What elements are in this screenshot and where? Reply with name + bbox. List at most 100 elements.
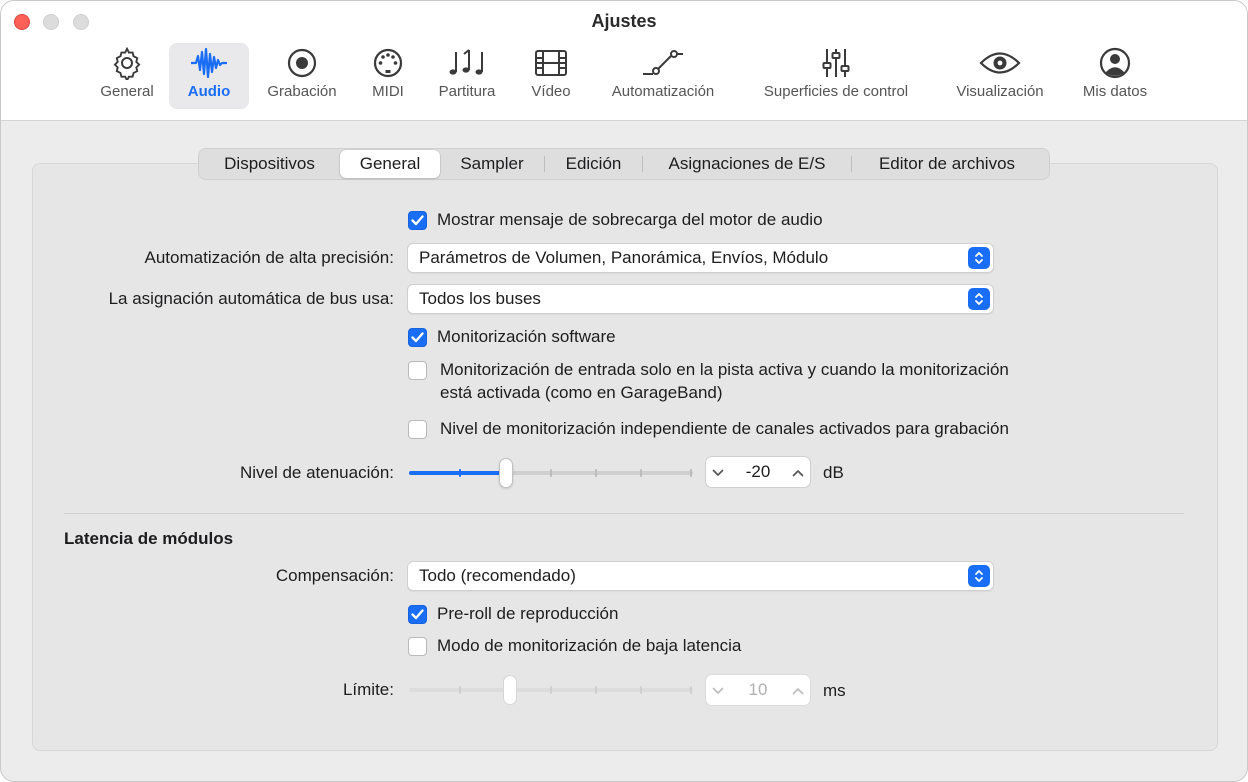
overload-message-checkbox[interactable] <box>408 211 427 230</box>
waveform-icon <box>189 43 229 83</box>
toolbar-label: Grabación <box>267 83 337 100</box>
dim-level-stepper: -20 <box>705 456 811 488</box>
tab-label: Edición <box>565 154 622 173</box>
slider-fill <box>409 471 504 475</box>
chevron-up-icon[interactable] <box>792 462 804 482</box>
toolbar-item-grabacion[interactable]: Grabación <box>259 43 345 109</box>
settings-window: Ajustes General Audio Grabación MIDI Par… <box>0 0 1248 782</box>
checkmark-icon <box>411 609 424 620</box>
person-icon <box>1098 43 1132 83</box>
dim-level-unit: dB <box>823 463 844 482</box>
toolbar-item-audio[interactable]: Audio <box>169 43 249 109</box>
tab-general[interactable]: General <box>340 150 440 178</box>
independent-level-checkbox[interactable] <box>408 420 427 439</box>
toolbar-item-superficies[interactable]: Superficies de control <box>749 43 923 109</box>
input-monitoring-label-line2: está activada (como en GarageBand) <box>440 383 723 402</box>
software-monitoring-label: Monitorización software <box>437 327 616 346</box>
gear-icon <box>110 43 144 83</box>
tab-sampler[interactable]: Sampler <box>440 150 544 178</box>
auto-bus-value: Todos los buses <box>419 289 541 308</box>
toolbar-item-partitura[interactable]: Partitura <box>431 43 503 109</box>
toolbar-label: Audio <box>187 83 231 100</box>
eye-icon <box>978 43 1022 83</box>
tab-label: General <box>359 154 421 173</box>
sliders-icon <box>819 43 853 83</box>
toolbar-item-midi[interactable]: MIDI <box>363 43 413 109</box>
tab-asignaciones[interactable]: Asignaciones de E/S <box>643 150 851 178</box>
input-monitoring-label-line1: Monitorización de entrada solo en la pis… <box>440 360 1009 379</box>
tab-label: Editor de archivos <box>878 154 1016 173</box>
checkmark-icon <box>411 215 424 226</box>
limit-unit: ms <box>823 681 846 700</box>
slider-tick <box>550 469 552 477</box>
toolbar-label: Mis datos <box>1082 83 1148 100</box>
slider-tick <box>595 686 597 694</box>
dim-level-slider[interactable] <box>409 457 693 489</box>
toolbar-item-visualizacion[interactable]: Visualización <box>947 43 1053 109</box>
dim-level-label: Nivel de atenuación: <box>239 463 394 482</box>
chevron-down-icon <box>712 680 724 700</box>
chevron-up-icon <box>792 680 804 700</box>
slider-tick <box>690 469 692 477</box>
music-notes-icon <box>448 43 486 83</box>
automation-curve-icon <box>641 43 685 83</box>
toolbar-item-mis-datos[interactable]: Mis datos <box>1075 43 1155 109</box>
popup-arrows-icon <box>968 288 990 310</box>
slider-tick <box>459 686 461 694</box>
toolbar-label: Visualización <box>956 83 1044 100</box>
limit-slider <box>409 674 693 706</box>
toolbar-item-video[interactable]: Vídeo <box>523 43 579 109</box>
toolbar-item-general[interactable]: General <box>95 43 159 109</box>
slider-tick <box>595 469 597 477</box>
slider-knob[interactable] <box>499 458 513 488</box>
toolbar-label: Vídeo <box>531 83 571 100</box>
preroll-label: Pre-roll de reproducción <box>437 604 619 623</box>
preroll-checkbox[interactable] <box>408 605 427 624</box>
compensation-label: Compensación: <box>275 566 394 585</box>
tab-label: Dispositivos <box>224 154 315 173</box>
low-latency-checkbox[interactable] <box>408 637 427 656</box>
tab-editor-archivos[interactable]: Editor de archivos <box>852 150 1042 178</box>
window-title: Ajustes <box>591 11 657 31</box>
high-precision-value: Parámetros de Volumen, Panorámica, Envío… <box>419 248 829 267</box>
toolbar-label: Partitura <box>438 83 496 100</box>
limit-value: 10 <box>748 680 768 699</box>
low-latency-label: Modo de monitorización de baja latencia <box>437 636 742 655</box>
toolbar-label: General <box>100 83 154 100</box>
tab-bar: Dispositivos General Sampler Edición Asi… <box>198 148 1050 180</box>
limit-label: Límite: <box>342 680 394 699</box>
slider-tick <box>459 469 461 477</box>
section-divider <box>64 513 1184 514</box>
slider-tick <box>690 686 692 694</box>
overload-message-label: Mostrar mensaje de sobrecarga del motor … <box>437 210 823 229</box>
midi-port-icon <box>371 43 405 83</box>
independent-level-label: Nivel de monitorización independiente de… <box>440 419 1009 438</box>
slider-tick <box>640 686 642 694</box>
high-precision-popup[interactable]: Parámetros de Volumen, Panorámica, Envío… <box>407 243 994 273</box>
dim-level-value[interactable]: -20 <box>746 462 771 482</box>
auto-bus-label: La asignación automática de bus usa: <box>108 289 394 308</box>
film-icon <box>533 43 569 83</box>
popup-arrows-icon <box>968 565 990 587</box>
auto-bus-popup[interactable]: Todos los buses <box>407 284 994 314</box>
record-icon <box>285 43 319 83</box>
slider-tick <box>550 686 552 694</box>
title-bar: Ajustes General Audio Grabación MIDI Par… <box>1 1 1247 121</box>
limit-stepper: 10 <box>705 674 811 706</box>
tab-edicion[interactable]: Edición <box>545 150 642 178</box>
software-monitoring-checkbox[interactable] <box>408 328 427 347</box>
toolbar-label: Automatización <box>611 83 715 100</box>
input-monitoring-checkbox[interactable] <box>408 361 427 380</box>
compensation-popup[interactable]: Todo (recomendado) <box>407 561 994 591</box>
toolbar-label: MIDI <box>372 83 404 100</box>
tab-dispositivos[interactable]: Dispositivos <box>199 150 340 178</box>
toolbar-item-automatizacion[interactable]: Automatización <box>601 43 725 109</box>
tab-label: Sampler <box>460 154 524 173</box>
checkmark-icon <box>411 332 424 343</box>
chevron-down-icon[interactable] <box>712 462 724 482</box>
popup-arrows-icon <box>968 247 990 269</box>
latency-section-title: Latencia de módulos <box>64 529 234 548</box>
high-precision-label: Automatización de alta precisión: <box>144 248 394 267</box>
tab-label: Asignaciones de E/S <box>668 154 826 173</box>
compensation-value: Todo (recomendado) <box>419 566 576 585</box>
